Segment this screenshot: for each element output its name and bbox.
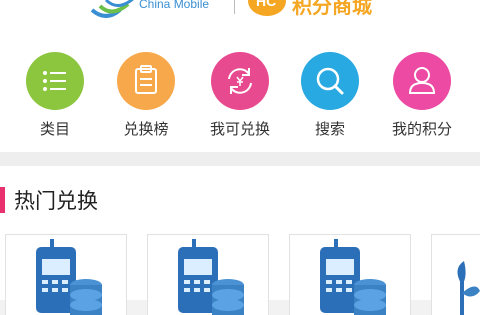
nav-label-my-points: 我的积分	[391, 120, 452, 138]
brand-separator	[234, 0, 235, 14]
nav-label-ranking: 兑换榜	[123, 120, 169, 138]
nav-circle-search	[301, 52, 359, 110]
product-card[interactable]	[431, 234, 480, 315]
nav-circle-my-points	[393, 52, 451, 110]
nav-item-my-points[interactable]: 我的积分	[382, 52, 462, 148]
promo-text: 积分商城	[292, 0, 372, 18]
section-divider	[0, 152, 480, 166]
phone-coins-icon	[178, 239, 244, 315]
section-accent-bar	[0, 187, 5, 213]
hot-exchange-section: 热门兑换	[0, 166, 480, 315]
user-icon	[408, 67, 436, 94]
clipboard-icon	[135, 65, 157, 94]
nav-label-category: 类目	[39, 120, 70, 138]
nav-circle-redeemable	[211, 52, 269, 110]
nav-label-redeemable: 我可兑换	[209, 120, 270, 138]
nav-circle-ranking	[117, 52, 175, 110]
search-icon	[316, 67, 344, 95]
nav-item-search[interactable]: 搜索	[290, 52, 370, 148]
plant-icon	[457, 261, 480, 315]
nav-item-redeemable[interactable]: 我可兑换	[200, 52, 280, 148]
nav-circle-category	[26, 52, 84, 110]
exchange-icon	[228, 68, 252, 94]
brand-text: China Mobile	[139, 0, 210, 11]
product-card[interactable]	[147, 234, 269, 315]
list-icon	[43, 71, 66, 91]
china-mobile-logo-icon	[90, 0, 134, 18]
promo-badge-text: HC	[256, 0, 277, 9]
product-card[interactable]	[5, 234, 127, 315]
top-banner: China Mobile HC 积分商城	[0, 0, 480, 40]
china-mobile-logo	[88, 0, 138, 28]
nav-item-category[interactable]: 类目	[15, 52, 95, 148]
phone-coins-icon	[320, 239, 386, 315]
section-title: 热门兑换	[14, 189, 98, 213]
category-nav: 类目 兑换榜 我可兑换 搜索 我的积分	[0, 40, 480, 152]
phone-coins-icon	[36, 239, 102, 315]
product-card[interactable]	[289, 234, 411, 315]
nav-item-ranking[interactable]: 兑换榜	[106, 52, 186, 148]
nav-label-search: 搜索	[314, 120, 345, 138]
